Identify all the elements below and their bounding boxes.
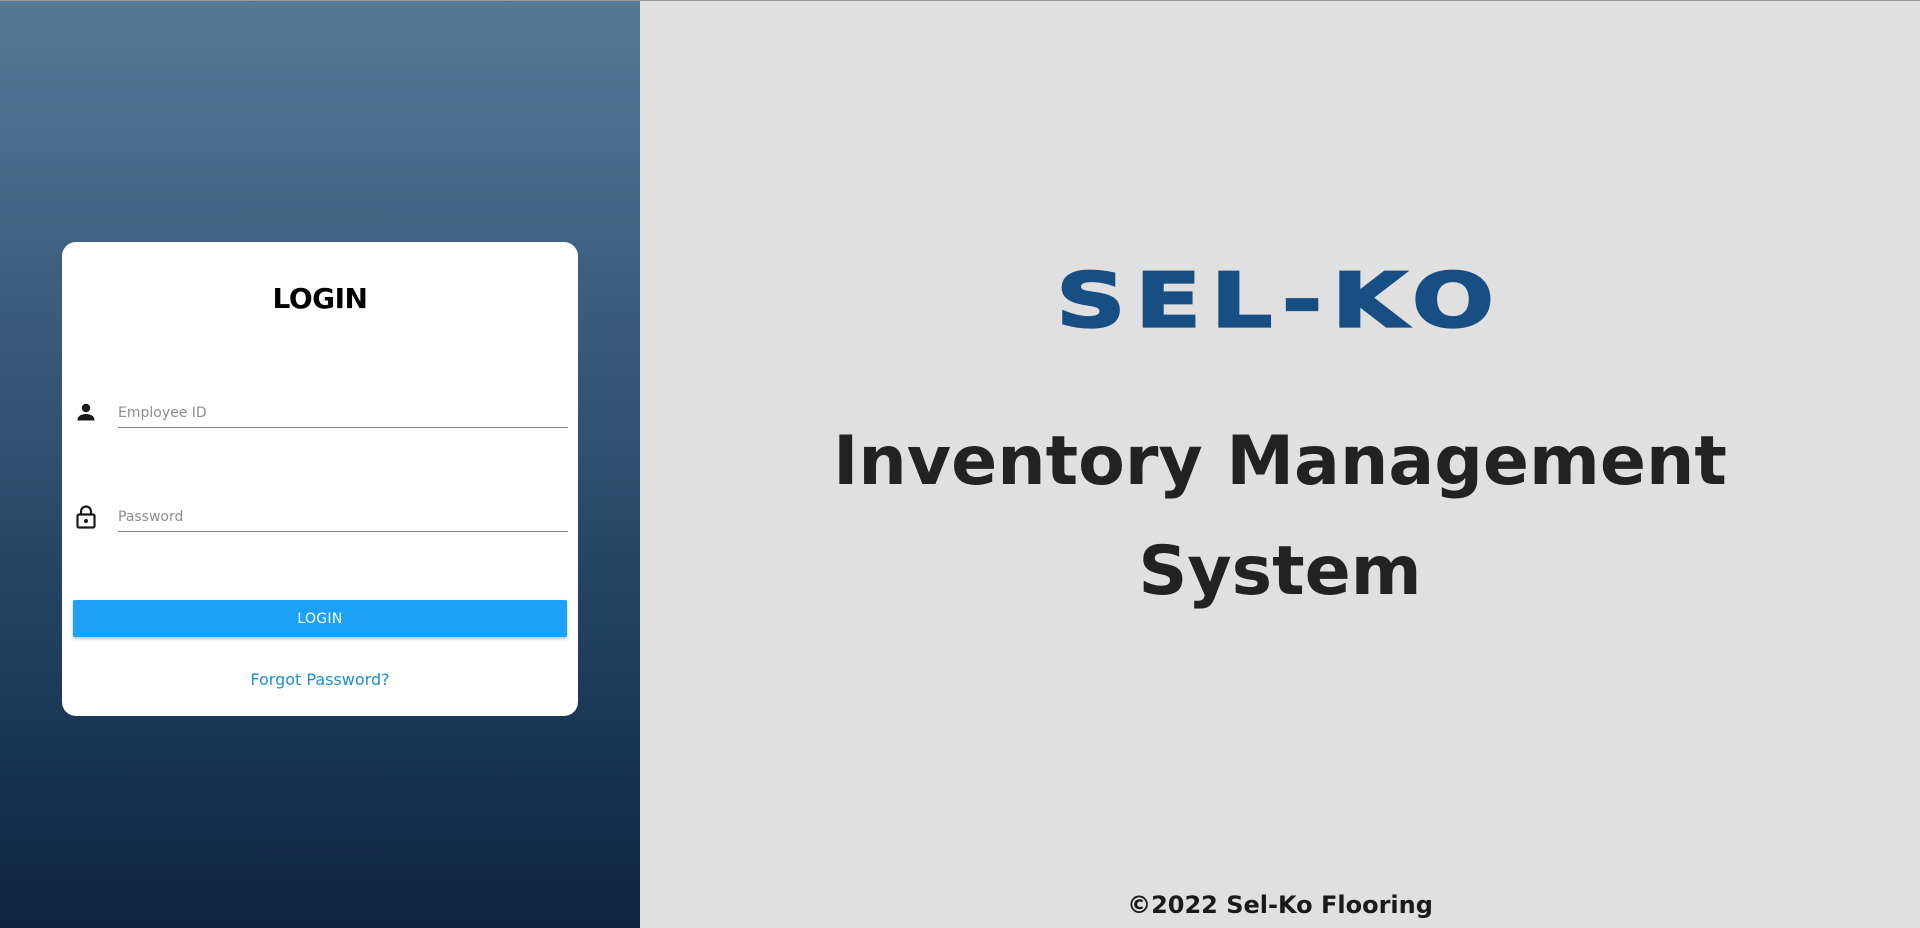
employee-id-input[interactable] (118, 394, 568, 428)
employee-id-row (74, 394, 568, 434)
right-panel: SEL-KO Inventory Management System ©2022… (640, 1, 1920, 928)
password-input[interactable] (118, 498, 568, 532)
footer-copyright: ©2022 Sel-Ko Flooring (1127, 891, 1433, 919)
login-title: LOGIN (272, 282, 368, 315)
system-title-line2: System (1138, 532, 1422, 611)
login-card: LOGIN Employee ID LOGIN Forgot Password? (62, 242, 578, 716)
system-title: Inventory Management System (640, 407, 1920, 627)
login-button[interactable]: LOGIN (73, 600, 567, 637)
login-page: LOGIN Employee ID LOGIN Forgot Password?… (0, 0, 1920, 928)
person-icon (74, 400, 98, 424)
lock-icon (74, 504, 98, 529)
password-row (74, 498, 568, 538)
system-title-line1: Inventory Management (833, 422, 1727, 501)
left-panel: LOGIN Employee ID LOGIN Forgot Password? (0, 1, 640, 928)
brand-logo: SEL-KO (1055, 257, 1504, 345)
forgot-password-link[interactable]: Forgot Password? (62, 670, 578, 689)
